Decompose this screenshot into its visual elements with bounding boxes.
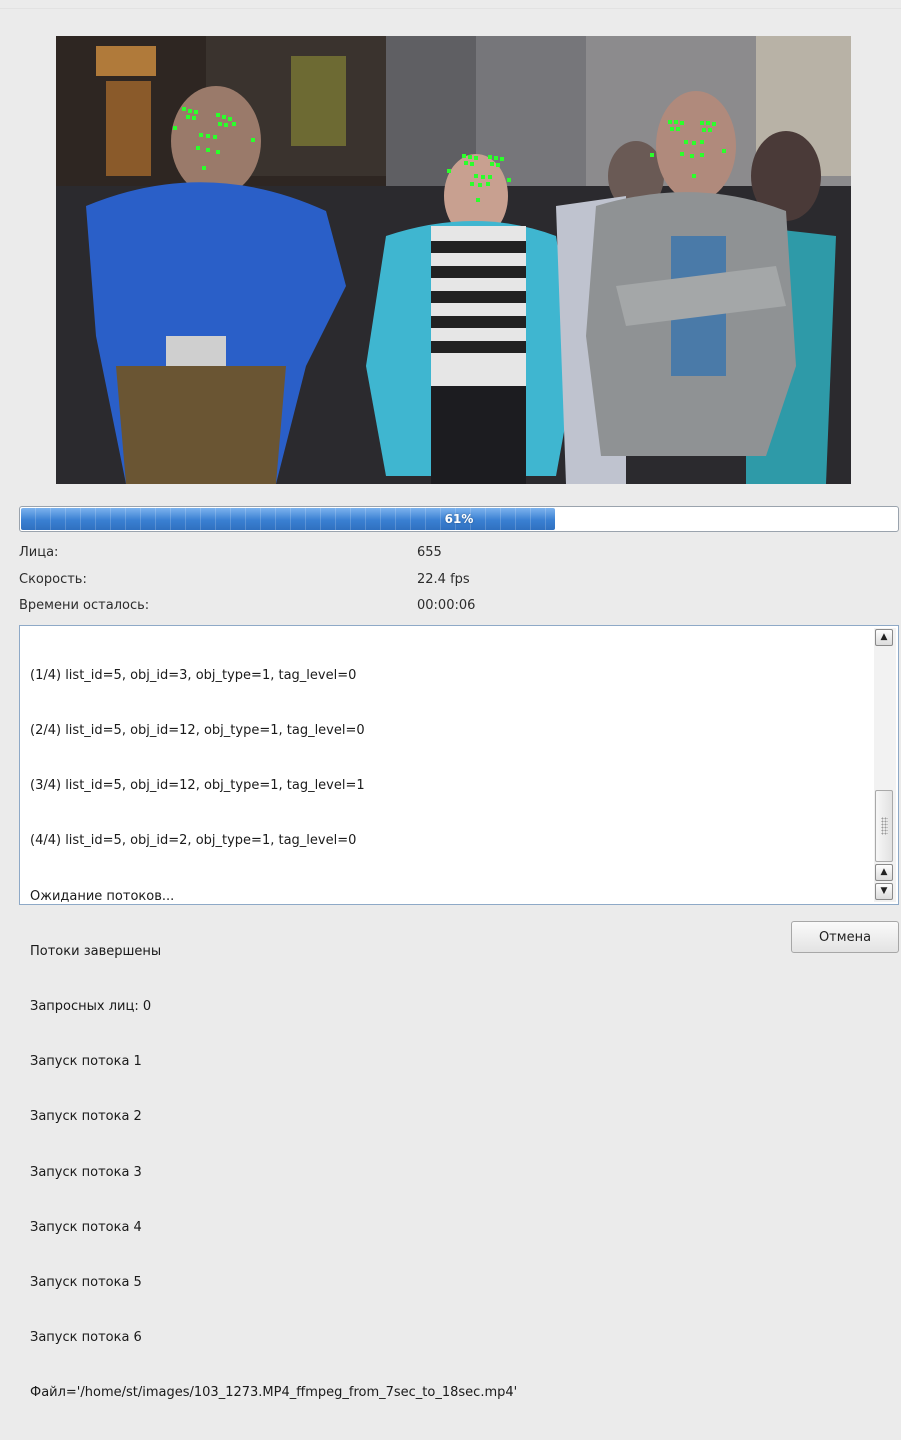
scroll-up-icon: ▲	[880, 632, 888, 642]
log-line: (2/4) list_id=5, obj_id=12, obj_type=1, …	[30, 723, 365, 739]
log-line: Файл='/home/st/images/103_1273.MP4_ffmpe…	[30, 1385, 518, 1401]
scroll-down-icon: ▼	[880, 886, 888, 896]
time-remaining-value: 00:00:06	[417, 598, 476, 613]
time-remaining-label: Времени осталось:	[19, 598, 150, 613]
progress-bar: 61%	[19, 506, 899, 532]
speed-label: Скорость:	[19, 572, 87, 587]
cancel-button[interactable]: Отмена	[791, 921, 899, 953]
faces-label: Лица:	[19, 545, 59, 560]
log-line: Запуск потока 3	[30, 1164, 142, 1180]
log-line: (1/4) list_id=5, obj_id=3, obj_type=1, t…	[30, 667, 357, 683]
log-line: Ожидание потоков...	[30, 888, 175, 904]
scroll-down-button[interactable]: ▼	[875, 883, 893, 900]
log-line: (4/4) list_id=5, obj_id=2, obj_type=1, t…	[30, 833, 357, 849]
faces-value: 655	[417, 545, 442, 560]
progress-percent-label: 61%	[444, 512, 474, 526]
scroll-up-icon: ▲	[880, 867, 888, 877]
log-line: Запуск потока 1	[30, 1054, 142, 1070]
log-line: Запуск потока 5	[30, 1275, 142, 1291]
log-line: Запросных лиц: 0	[30, 999, 152, 1015]
scroll-up-button[interactable]: ▲	[875, 629, 893, 646]
log-line: Запуск потока 4	[30, 1219, 142, 1235]
video-frame	[56, 36, 851, 484]
log-lines: (1/4) list_id=5, obj_id=3, obj_type=1, t…	[30, 630, 868, 1440]
top-divider	[0, 8, 901, 9]
scroll-up-button-secondary[interactable]: ▲	[875, 864, 893, 881]
video-frame-image	[56, 36, 851, 484]
log-line: Потоки завершены	[30, 943, 162, 959]
log-line: Запуск потока 2	[30, 1109, 142, 1125]
log-scrollbar[interactable]: ▲ ▲ ▼	[874, 628, 896, 902]
log-line: Запуск потока 6	[30, 1330, 142, 1346]
speed-value: 22.4 fps	[417, 572, 470, 587]
scrollbar-thumb[interactable]	[875, 790, 893, 862]
grip-icon	[881, 817, 888, 835]
log-line: (3/4) list_id=5, obj_id=12, obj_type=1, …	[30, 778, 365, 794]
log-textarea[interactable]: (1/4) list_id=5, obj_id=3, obj_type=1, t…	[19, 625, 899, 1400]
